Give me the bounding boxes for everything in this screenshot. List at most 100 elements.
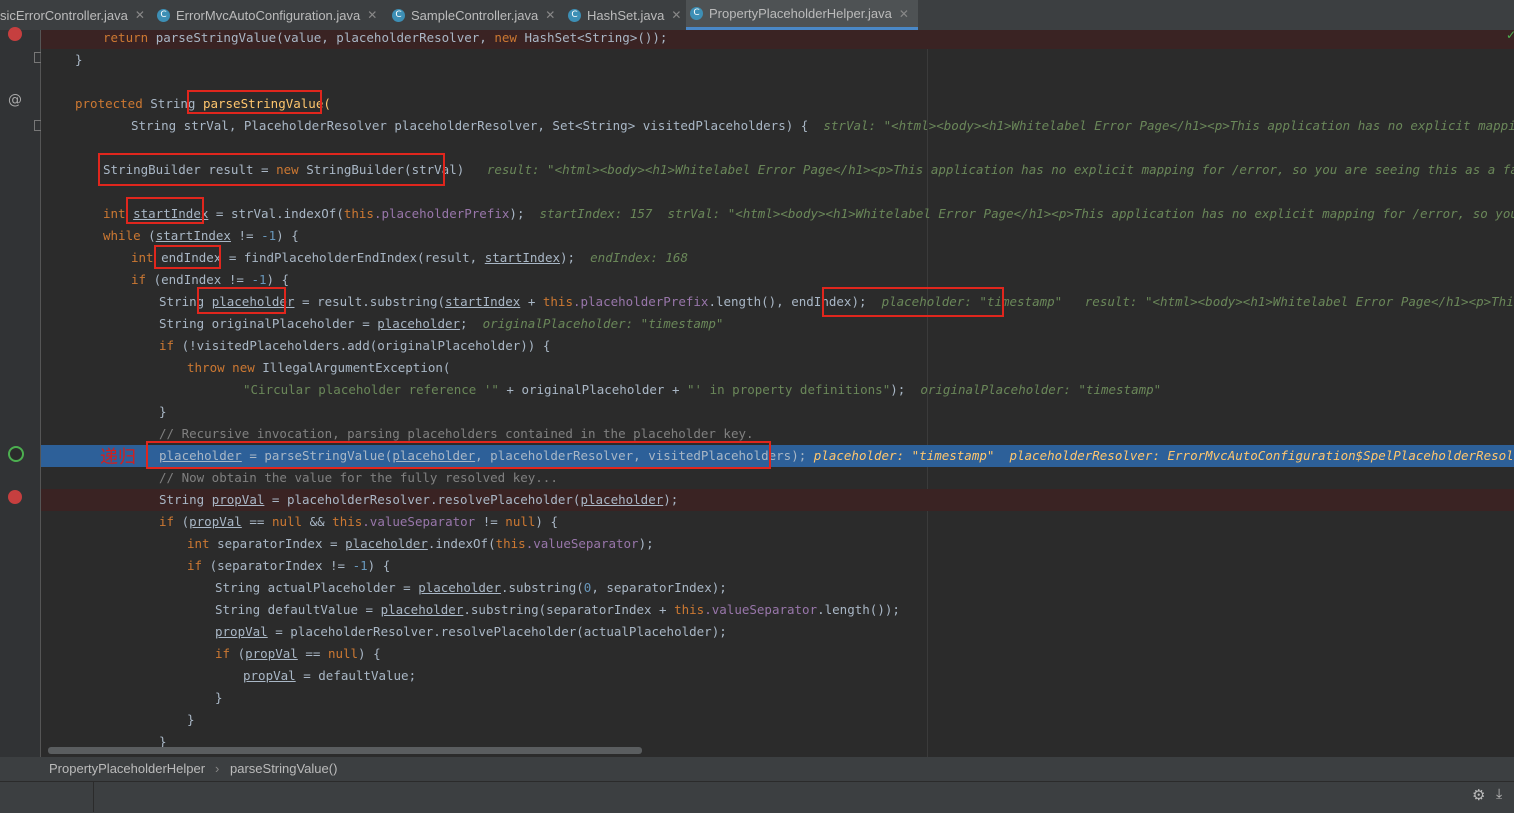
- keyword: if: [131, 272, 147, 287]
- code-line[interactable]: if (separatorIndex != -1) {: [41, 555, 1514, 577]
- code-line[interactable]: throw new IllegalArgumentException(: [41, 357, 1514, 379]
- horizontal-scrollbar[interactable]: [48, 747, 642, 754]
- tab-label: HashSet.java: [587, 7, 665, 23]
- variable: placeholder: [580, 492, 664, 507]
- code-line[interactable]: int separatorIndex = placeholder.indexOf…: [41, 533, 1514, 555]
- breadcrumb-method[interactable]: parseStringValue(): [230, 761, 337, 776]
- code-line[interactable]: return parseStringValue(value, placehold…: [41, 30, 1514, 49]
- close-icon[interactable]: ✕: [545, 8, 555, 22]
- override-annotation-icon[interactable]: @: [8, 92, 22, 108]
- code-text: +: [527, 294, 536, 309]
- tab-error-mvc-auto-configuration[interactable]: C ErrorMvcAutoConfiguration.java ✕: [157, 0, 377, 30]
- code-line[interactable]: }: [41, 401, 1514, 423]
- code-editor[interactable]: return parseStringValue(value, placehold…: [41, 30, 1514, 757]
- tab-basic-error-controller[interactable]: sicErrorController.java ✕: [0, 0, 145, 30]
- tab-sample-controller[interactable]: C SampleController.java ✕: [392, 0, 555, 30]
- code-text: );: [509, 206, 525, 221]
- code-text: = placeholderResolver.resolvePlaceholder…: [271, 492, 581, 507]
- number: -1: [352, 558, 368, 573]
- code-line[interactable]: }: [41, 49, 1514, 71]
- number: -1: [261, 228, 277, 243]
- close-icon[interactable]: ✕: [367, 8, 377, 22]
- breadcrumb-class[interactable]: PropertyPlaceholderHelper: [49, 761, 205, 776]
- code-text: );: [560, 250, 576, 265]
- code-text: ) {: [266, 272, 290, 287]
- code-line[interactable]: "Circular placeholder reference '" + ori…: [41, 379, 1514, 401]
- code-line[interactable]: if (propVal == null) {: [41, 643, 1514, 665]
- breakpoint-resume-icon[interactable]: [8, 446, 24, 462]
- code-text: }: [159, 404, 167, 419]
- code-text: (: [181, 514, 190, 529]
- variable: placeholder: [377, 316, 461, 331]
- highlight-box: [126, 197, 204, 224]
- field: .valueSeparator: [704, 602, 818, 617]
- keyword: this: [332, 514, 363, 529]
- recursion-annotation: 递归: [100, 447, 136, 468]
- tab-property-placeholder-helper[interactable]: C PropertyPlaceholderHelper.java ✕: [686, 0, 918, 30]
- highlight-box: [146, 441, 771, 469]
- close-icon[interactable]: ✕: [135, 8, 145, 22]
- code-text: = result.substring(: [302, 294, 446, 309]
- code-text: = placeholderResolver.resolvePlaceholder…: [275, 624, 727, 639]
- keyword: if: [159, 514, 175, 529]
- tab-hash-set[interactable]: C HashSet.java ✕: [568, 0, 681, 30]
- highlight-box: [187, 90, 322, 114]
- code-text: ==: [249, 514, 265, 529]
- code-text: separatorIndex =: [217, 536, 338, 551]
- hide-icon[interactable]: ⤓: [1496, 786, 1502, 802]
- code-comment: // Now obtain the value for the fully re…: [159, 470, 558, 485]
- code-text: }: [187, 712, 195, 727]
- variable: placeholder: [345, 536, 428, 551]
- editor-gutter[interactable]: @: [0, 27, 45, 757]
- debug-inline-value: endIndex: 168: [590, 250, 688, 265]
- breakpoint-icon[interactable]: [8, 490, 22, 504]
- class-icon: C: [392, 8, 405, 22]
- code-text: ) {: [367, 558, 391, 573]
- code-line[interactable]: String defaultValue = placeholder.substr…: [41, 599, 1514, 621]
- code-line[interactable]: }: [41, 687, 1514, 709]
- inspection-ok-icon[interactable]: ✓: [1506, 30, 1514, 42]
- status-bar: ⚙ ⤓: [0, 781, 1514, 813]
- code-line[interactable]: String strVal, PlaceholderResolver place…: [41, 115, 1514, 137]
- gear-icon[interactable]: ⚙: [1472, 786, 1485, 804]
- keyword: null: [327, 646, 359, 661]
- keyword: while: [103, 228, 141, 243]
- close-icon[interactable]: ✕: [899, 7, 909, 21]
- class-icon: C: [157, 8, 170, 22]
- debug-inline-value: result: "<html><body><h1>Whitelabel Erro…: [1084, 294, 1514, 309]
- number: -1: [251, 272, 267, 287]
- code-line[interactable]: propVal = placeholderResolver.resolvePla…: [41, 621, 1514, 643]
- variable: propVal: [215, 624, 268, 639]
- keyword: if: [159, 338, 175, 353]
- code-text: = strVal.indexOf(: [215, 206, 344, 221]
- breakpoint-icon[interactable]: [8, 27, 22, 41]
- code-line[interactable]: int startIndex = strVal.indexOf(this.pla…: [41, 203, 1514, 225]
- keyword: if: [215, 646, 231, 661]
- highlight-box: [98, 153, 445, 186]
- code-text: String originalPlaceholder =: [159, 316, 370, 331]
- code-line[interactable]: while (startIndex != -1) {: [41, 225, 1514, 247]
- code-comment: // Recursive invocation, parsing placeho…: [159, 426, 754, 441]
- code-line[interactable]: propVal = defaultValue;: [41, 665, 1514, 687]
- variable: startIndex: [484, 250, 561, 265]
- code-text: .substring(: [501, 580, 584, 595]
- breadcrumb: PropertyPlaceholderHelper › parseStringV…: [0, 757, 1514, 781]
- code-line[interactable]: }: [41, 709, 1514, 731]
- highlight-box: [197, 287, 286, 314]
- code-line[interactable]: if (!visitedPlaceholders.add(originalPla…: [41, 335, 1514, 357]
- code-line[interactable]: // Now obtain the value for the fully re…: [41, 467, 1514, 489]
- keyword: new: [232, 360, 255, 375]
- code-line[interactable]: String actualPlaceholder = placeholder.s…: [41, 577, 1514, 599]
- code-line[interactable]: String originalPlaceholder = placeholder…: [41, 313, 1514, 335]
- class-icon: C: [690, 7, 703, 20]
- code-text: (!visitedPlaceholders.add(originalPlaceh…: [181, 338, 551, 353]
- code-line[interactable]: String propVal = placeholderResolver.res…: [41, 489, 1514, 511]
- close-icon[interactable]: ✕: [671, 8, 681, 22]
- variable: startIndex: [155, 228, 231, 243]
- code-line[interactable]: if (propVal == null && this.valueSeparat…: [41, 511, 1514, 533]
- keyword: this: [343, 206, 374, 221]
- code-line[interactable]: int endIndex = findPlaceholderEndIndex(r…: [41, 247, 1514, 269]
- tab-label: PropertyPlaceholderHelper.java: [709, 6, 892, 21]
- code-text: );: [638, 536, 654, 551]
- code-text: &&: [309, 514, 325, 529]
